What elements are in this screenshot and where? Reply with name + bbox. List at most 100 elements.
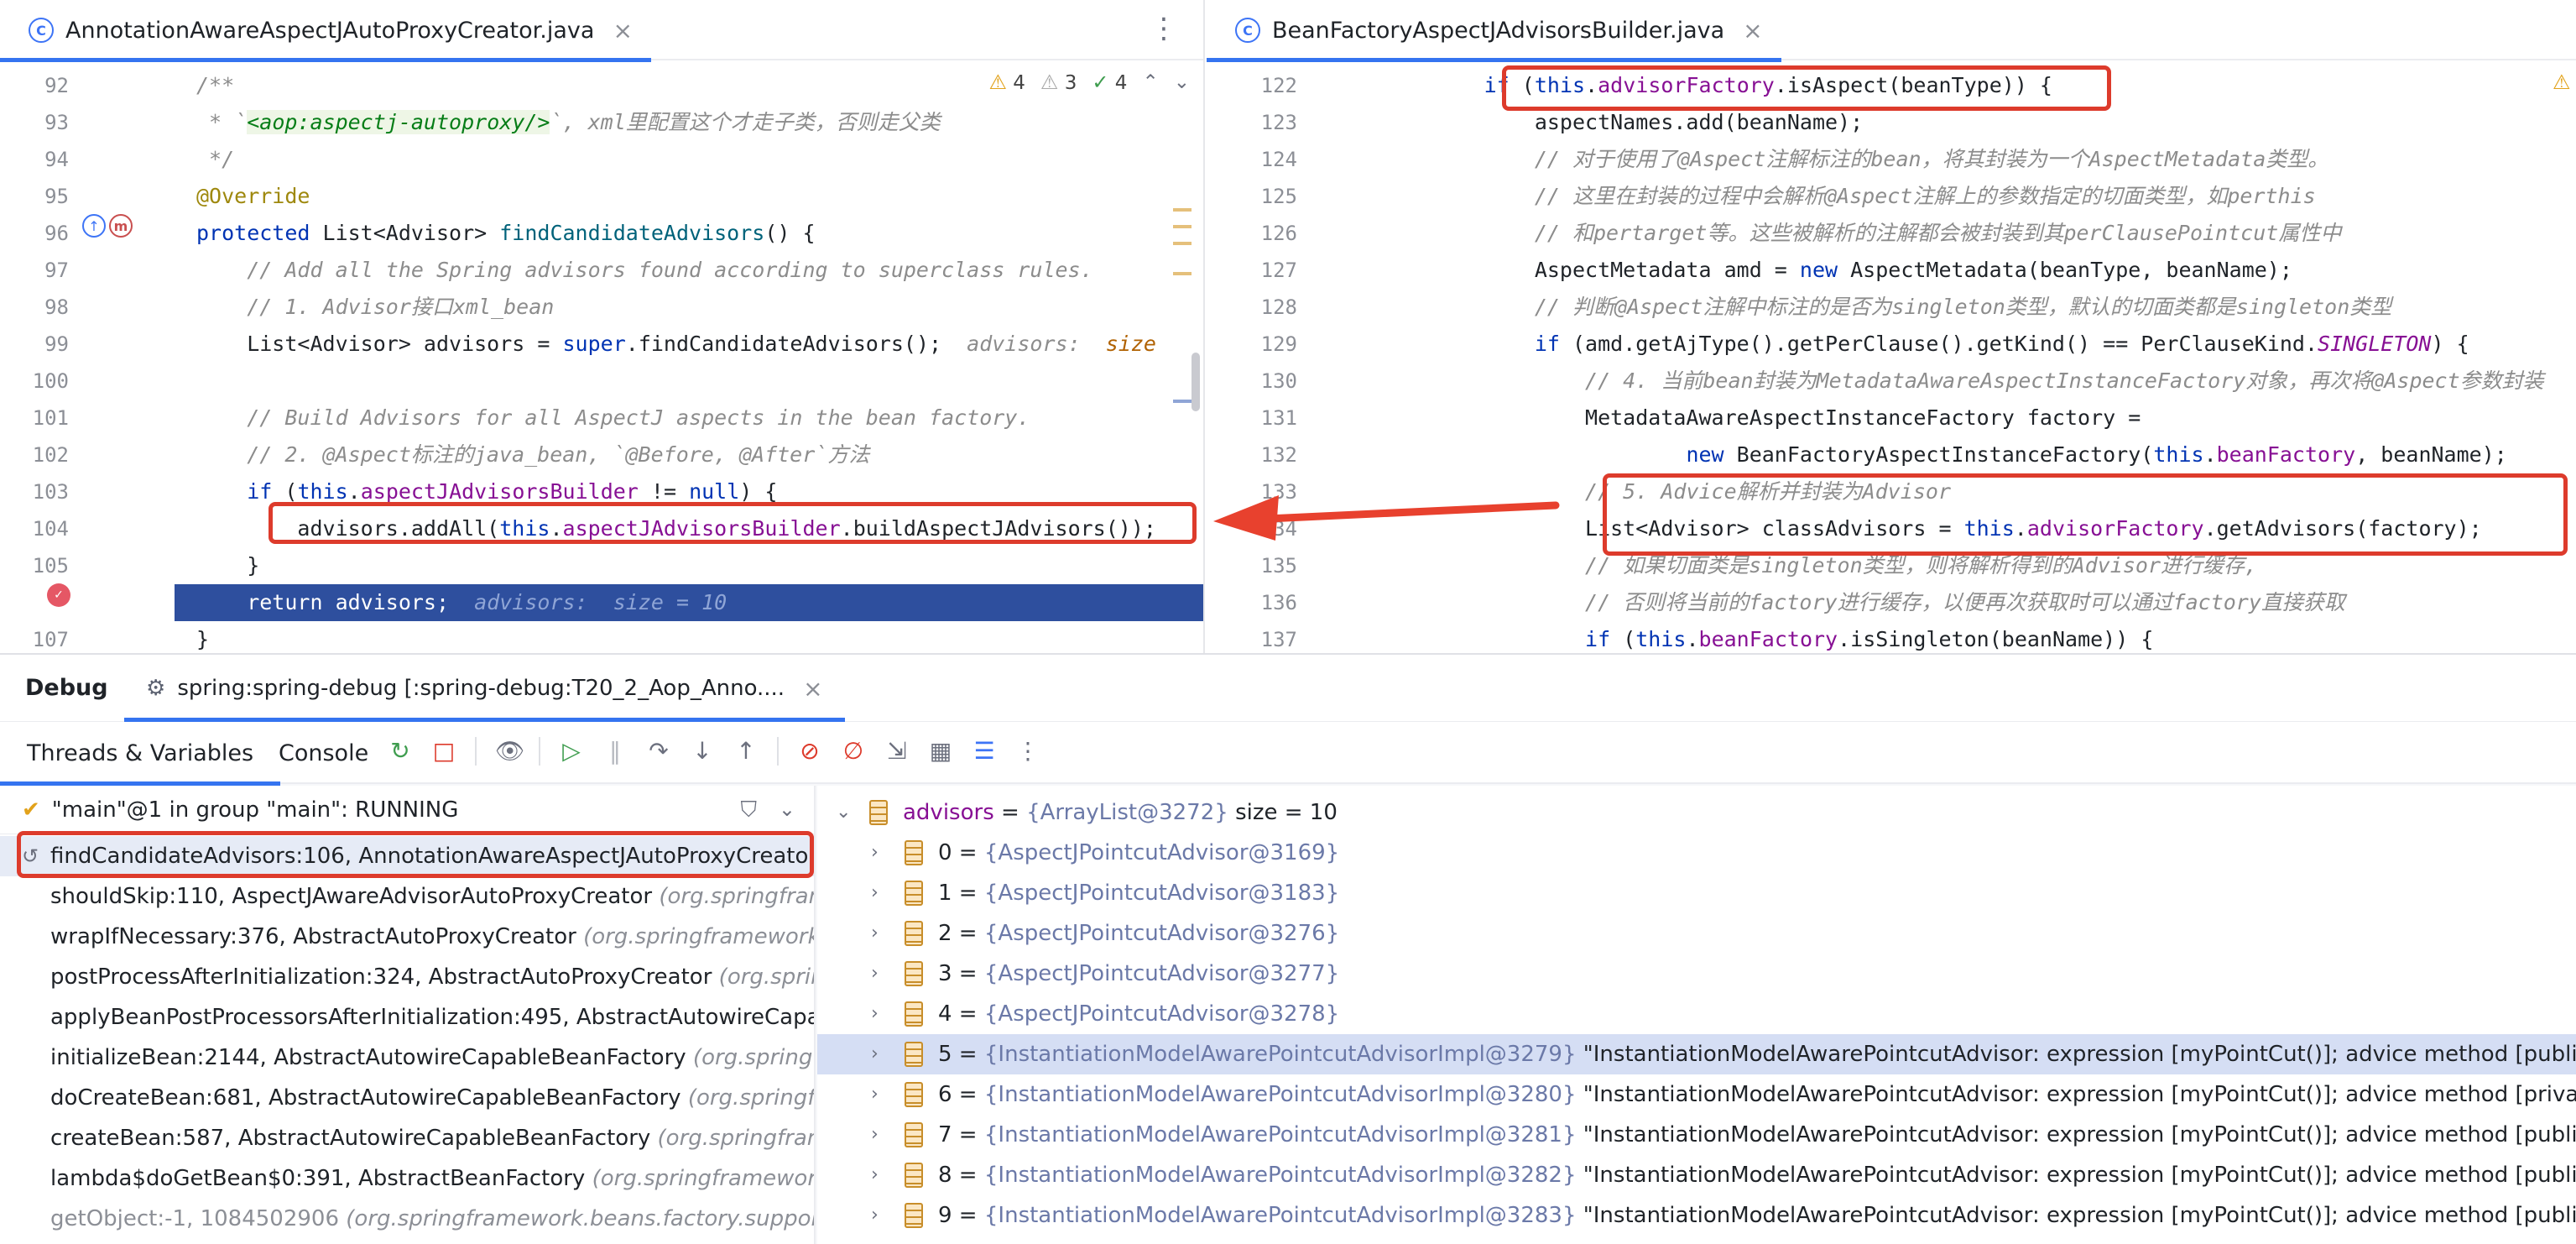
stack-frame[interactable]: getObject:-1, 1084502906 (org.springfram… (0, 1199, 814, 1239)
step-into-icon[interactable]: ↓ (690, 737, 715, 766)
scrollbar-thumb[interactable] (1192, 353, 1200, 411)
method-icon[interactable]: m (109, 214, 133, 238)
chevron-right-icon[interactable]: › (871, 873, 879, 913)
tab-console[interactable]: Console (252, 722, 395, 784)
variable-row[interactable]: › 0 = {AspectJPointcutAdvisor@3169} (817, 833, 2576, 873)
chevron-right-icon[interactable]: › (871, 913, 879, 954)
code-line[interactable]: 136 // 否则将当前的factory进行缓存，以便再次获取时可以通过fact… (1207, 584, 2576, 621)
thread-selector[interactable]: ✔ "main"@1 in group "main": RUNNING ⛉ ⌄ (0, 786, 814, 834)
override-icon[interactable]: ↑ (82, 214, 106, 238)
chevron-right-icon[interactable]: › (871, 1034, 879, 1074)
stack-frame[interactable]: createBean:587, AbstractAutowireCapableB… (0, 1118, 814, 1158)
code-line[interactable]: 100 (0, 363, 1203, 400)
code-line[interactable]: 101 // Build Advisors for all AspectJ as… (0, 400, 1203, 436)
caret-marker[interactable] (1173, 400, 1192, 403)
code-line[interactable]: 107} (0, 621, 1203, 653)
code-line[interactable]: 97 // Add all the Spring advisors found … (0, 252, 1203, 289)
warning-marker[interactable] (1173, 272, 1192, 275)
layout-icon[interactable]: ☰ (972, 737, 997, 766)
code-line[interactable]: 130 // 4. 当前bean封装为MetadataAwareAspectIn… (1207, 363, 2576, 400)
code-line[interactable]: 105 } (0, 547, 1203, 584)
warning-marker[interactable] (1173, 225, 1192, 228)
mute-breakpoints-icon[interactable]: ⊘ (797, 737, 822, 766)
tab-threads-variables[interactable]: Threads & Variables (0, 722, 281, 786)
warning-marker[interactable] (1173, 208, 1192, 212)
code-line[interactable]: 93 * `<aop:aspectj-autoproxy/>`, xml里配置这… (0, 104, 1203, 141)
chevron-right-icon[interactable]: › (871, 954, 879, 994)
code-line[interactable]: 96 protected List<Advisor> findCandidateA… (0, 215, 1203, 252)
step-over-icon[interactable]: ↷ (646, 737, 671, 766)
chevron-right-icon[interactable]: › (871, 994, 879, 1034)
variable-row[interactable]: ⌄ advisors = {ArrayList@3272} size = 10 (817, 792, 2576, 833)
warning-icon[interactable]: ⚠ (2553, 71, 2571, 94)
close-icon[interactable]: × (803, 675, 822, 703)
variable-text: 2 = {AspectJPointcutAdvisor@3276} (938, 921, 1340, 946)
code-line[interactable]: 102 // 2. @Aspect标注的java_bean, `@Before,… (0, 436, 1203, 473)
evaluate-icon[interactable]: ▦ (928, 737, 953, 766)
code-line[interactable]: 98 // 1. Advisor接口xml_bean (0, 289, 1203, 326)
variable-row[interactable]: › 4 = {AspectJPointcutAdvisor@3278} (817, 994, 2576, 1034)
close-icon[interactable]: × (613, 17, 632, 44)
stack-frame[interactable]: applyBeanPostProcessorsAfterInitializati… (0, 997, 814, 1038)
tab-annotation-aware-creator[interactable]: C AnnotationAwareAspectJAutoProxyCreator… (0, 0, 651, 62)
variable-row[interactable]: › 1 = {AspectJPointcutAdvisor@3183} (817, 873, 2576, 913)
right-code-area[interactable]: 122 if (this.advisorFactory.isAspect(bea… (1207, 67, 2576, 653)
code-line[interactable]: 99 List<Advisor> advisors = super.findCa… (0, 326, 1203, 363)
pause-icon[interactable]: ‖ (602, 737, 628, 766)
stop-icon[interactable]: □ (431, 737, 456, 766)
left-code-area[interactable]: 92 /** 93 * `<aop:aspectj-autoproxy/>`, xm… (0, 67, 1203, 653)
code-text: return advisors; advisors: size = 10 (196, 590, 727, 614)
code-line[interactable]: 137 if (this.beanFactory.isSingleton(bea… (1207, 621, 2576, 653)
warning-marker[interactable] (1173, 242, 1192, 245)
tab-bean-factory-builder[interactable]: C BeanFactoryAspectJAdvisorsBuilder.java… (1207, 0, 1781, 62)
code-line[interactable]: 95 @Override (0, 178, 1203, 215)
variable-row[interactable]: › 8 = {InstantiationModelAwarePointcutAdv… (817, 1155, 2576, 1195)
field-icon (905, 881, 923, 906)
variable-row[interactable]: › 2 = {AspectJPointcutAdvisor@3276} (817, 913, 2576, 954)
code-text: // 1. Advisor接口xml_bean (247, 295, 555, 319)
clear-breakpoints-icon[interactable]: ∅ (841, 737, 866, 766)
chevron-right-icon[interactable]: › (871, 1155, 879, 1195)
debug-session-tab[interactable]: ⚙ spring:spring-debug [:spring-debug:T20… (124, 655, 845, 722)
run-to-cursor-icon[interactable]: ⇲ (884, 737, 910, 766)
variable-row[interactable]: › 7 = {InstantiationModelAwarePointcutAdv… (817, 1115, 2576, 1155)
code-line[interactable]: 129 if (amd.getAjType().getPerClause().g… (1207, 326, 2576, 363)
stack-frame[interactable]: doCreateBean:681, AbstractAutowireCapabl… (0, 1078, 814, 1118)
variable-row[interactable]: › 6 = {InstantiationModelAwarePointcutAdv… (817, 1074, 2576, 1115)
code-line[interactable]: 127 AspectMetadata amd = new AspectMetad… (1207, 252, 2576, 289)
stack-frame[interactable]: postProcessAfterInitialization:324, Abst… (0, 957, 814, 997)
code-text: } (196, 627, 210, 651)
code-line[interactable]: 125 // 这里在封装的过程中会解析@Aspect注解上的参数指定的切面类型，… (1207, 178, 2576, 215)
code-line[interactable]: 124 // 对于使用了@Aspect注解标注的bean，将其封装为一个Aspe… (1207, 141, 2576, 178)
more-options-icon[interactable]: ⋮ (1015, 737, 1040, 766)
code-line[interactable]: 132 new BeanFactoryAspectInstanceFactory… (1207, 436, 2576, 473)
resume-icon[interactable]: ▷ (559, 737, 584, 766)
rerun-icon[interactable]: ↻ (388, 737, 413, 766)
step-out-icon[interactable]: ↑ (733, 737, 759, 766)
breakpoint-icon[interactable]: ✓ (47, 583, 70, 607)
stack-frame[interactable]: initializeBean:2144, AbstractAutowireCap… (0, 1038, 814, 1078)
view-breakpoints-icon[interactable]: 👁 (495, 737, 525, 766)
code-line[interactable]: 126 // 和pertarget等。这些被解析的注解都会被封装到其perCla… (1207, 215, 2576, 252)
stack-frame[interactable]: shouldSkip:110, AspectJAwareAdvisorAutoP… (0, 876, 814, 917)
filter-icon[interactable]: ⛉ (740, 797, 757, 823)
code-line[interactable]: 131 MetadataAwareAspectInstanceFactory f… (1207, 400, 2576, 436)
chevron-right-icon[interactable]: › (871, 833, 879, 873)
close-icon[interactable]: × (1743, 17, 1762, 44)
code-line[interactable]: return advisors; advisors: size = 10 (175, 584, 1203, 621)
stack-frame[interactable]: lambda$doGetBean$0:391, AbstractBeanFact… (0, 1158, 814, 1199)
variable-row[interactable]: › 5 = {InstantiationModelAwarePointcutAdv… (817, 1034, 2576, 1074)
chevron-right-icon[interactable]: › (871, 1074, 879, 1115)
more-options-icon[interactable]: ⋮ (1150, 12, 1178, 45)
class-file-icon: C (29, 18, 54, 43)
chevron-right-icon[interactable]: › (871, 1115, 879, 1155)
variable-row[interactable]: › 9 = {InstantiationModelAwarePointcutAdv… (817, 1195, 2576, 1236)
chevron-right-icon[interactable]: › (871, 1195, 879, 1236)
variable-row[interactable]: › 3 = {AspectJPointcutAdvisor@3277} (817, 954, 2576, 994)
code-line[interactable]: 92 /** (0, 67, 1203, 104)
code-line[interactable]: 94 */ (0, 141, 1203, 178)
chevron-down-icon[interactable]: ⌄ (779, 797, 795, 821)
chevron-down-icon[interactable]: ⌄ (836, 792, 851, 833)
stack-frame[interactable]: wrapIfNecessary:376, AbstractAutoProxyCr… (0, 917, 814, 957)
code-line[interactable]: 128 // 判断@Aspect注解中标注的是否为singleton类型，默认的… (1207, 289, 2576, 326)
